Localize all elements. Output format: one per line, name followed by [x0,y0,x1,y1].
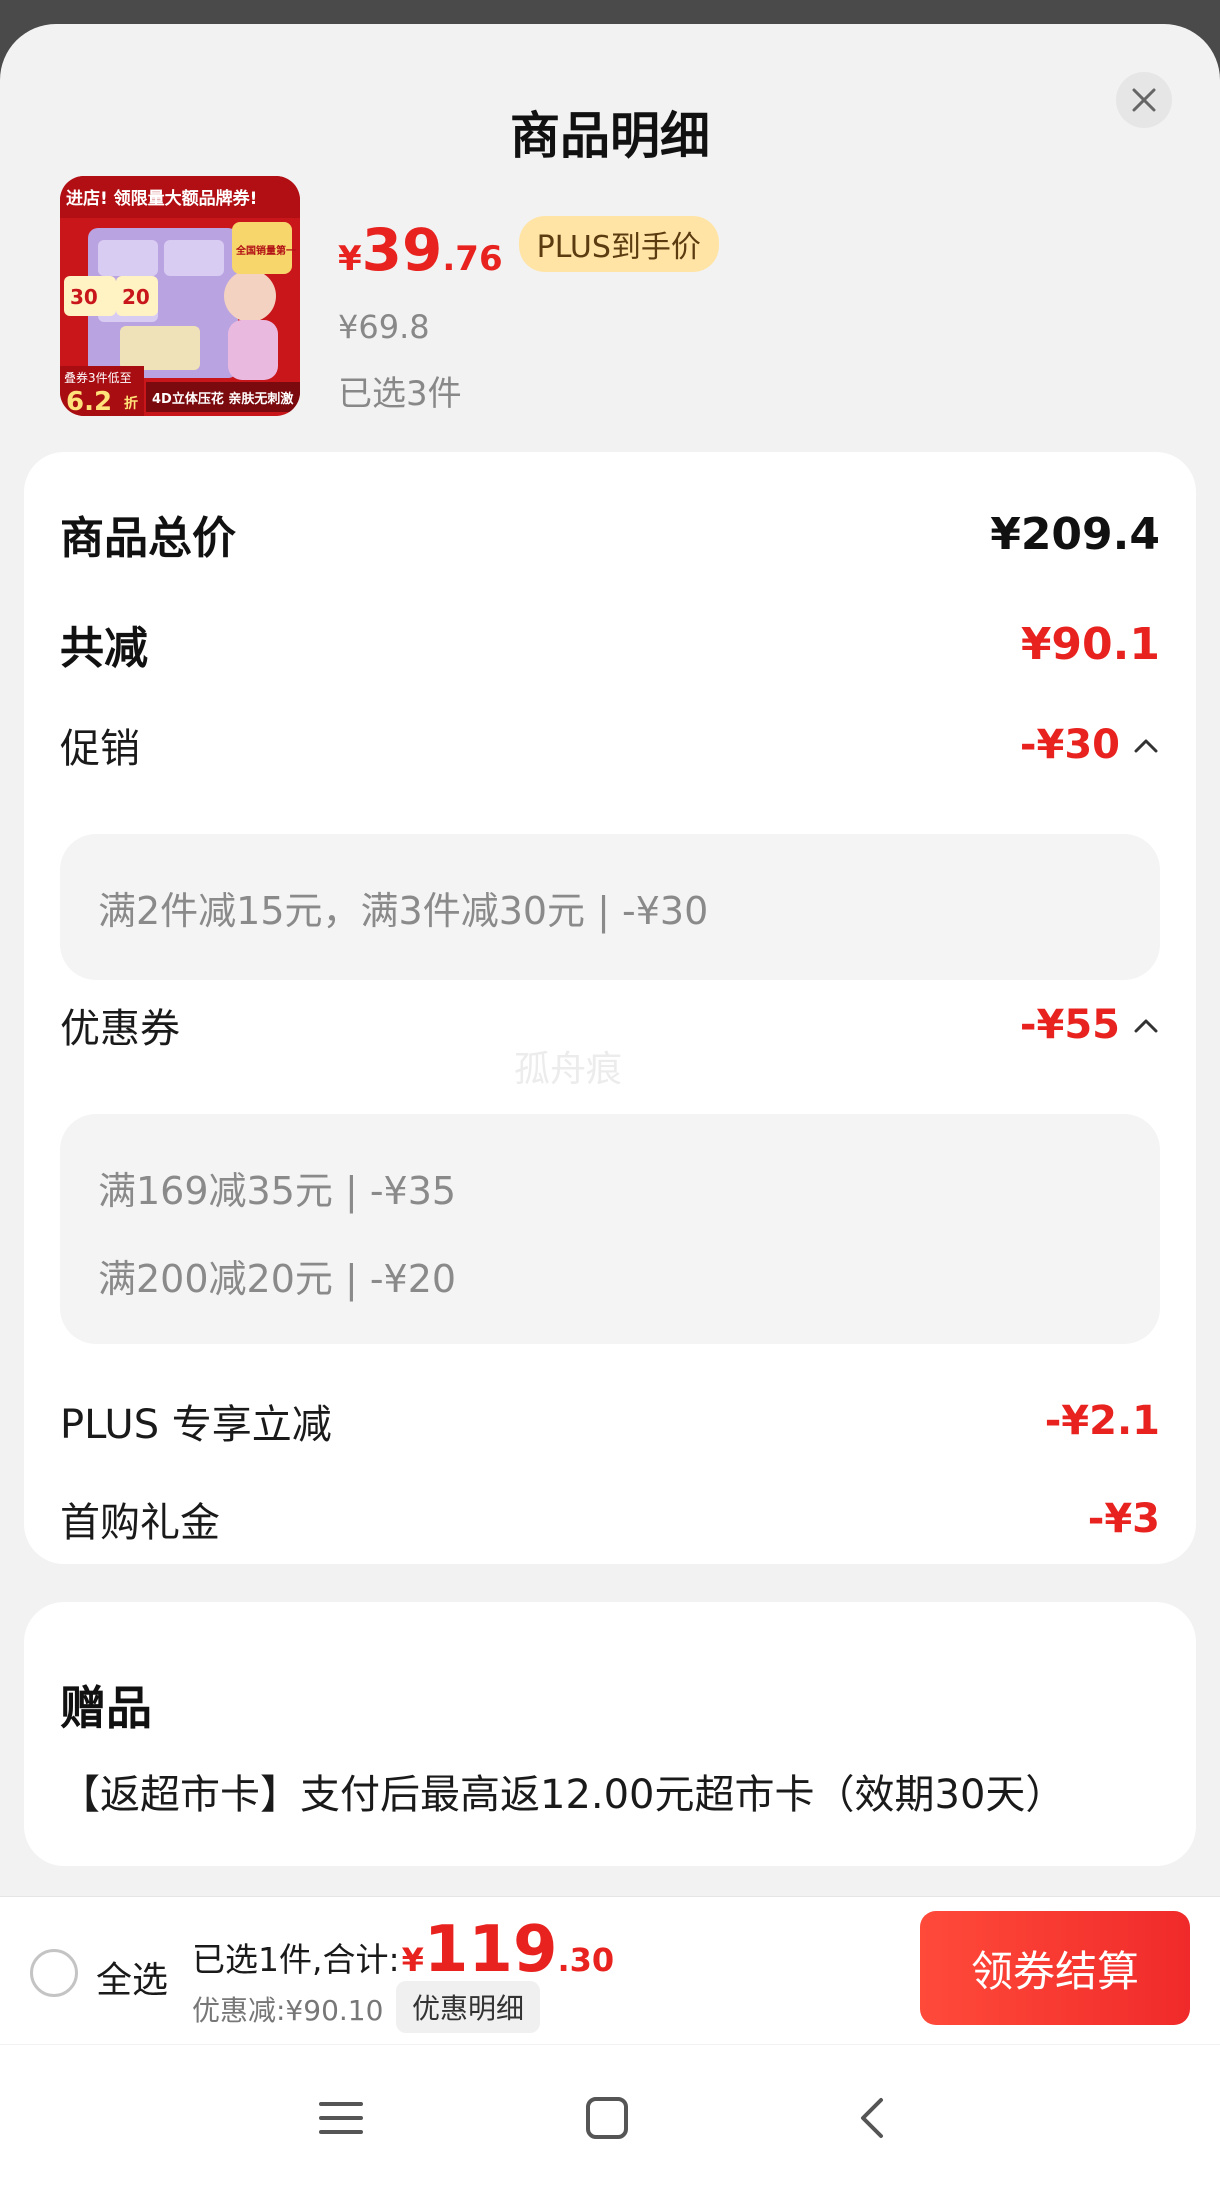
plus-price: ¥ 39 .76 PLUS到手价 [338,216,719,284]
promo-row[interactable]: 促销 -¥30 [60,716,1160,774]
coupon-detail-line: 满169减35元 | -¥35 [98,1169,457,1213]
checkout-bar: 全选 已选1件,合计: ¥ 119 .30 优惠减:¥90.10 优惠明细 领券… [0,1896,1220,2044]
total-sum: 已选1件,合计: ¥ 119 .30 [192,1913,614,1987]
select-all-radio[interactable] [30,1949,78,1997]
back-icon[interactable] [846,2091,900,2145]
sum-decimal: .30 [557,1941,615,1979]
select-all-label[interactable]: 全选 [96,1951,168,2003]
total-reduce-value: ¥90.1 [1020,618,1160,670]
original-price: ¥69.8 [338,308,430,346]
chevron-up-icon[interactable] [1132,735,1160,755]
discount-detail-button[interactable]: 优惠明细 [396,1981,541,2033]
gift-title: 赠品 [60,1681,152,1735]
total-price-row: 商品总价 ¥209.4 [60,502,1160,566]
thumbnail-banner: 进店! 领限量大额品牌券! [66,188,257,209]
thumbnail-side-badge: 全国销量第一 [235,244,296,257]
coupon-value: -¥55 [1019,1002,1120,1048]
total-reduce-label: 共减 [60,623,148,674]
thumbnail-coupon-b: 20 [122,285,150,309]
menu-icon[interactable] [314,2091,368,2145]
thumbnail-coupon-a: 30 [70,285,98,309]
plus-discount-value: -¥2.1 [1044,1398,1160,1444]
promo-detail-line: 满2件减15元，满3件减30元 | -¥30 [98,889,709,933]
first-purchase-row: 首购礼金 -¥3 [60,1490,1160,1548]
plus-price-badge: PLUS到手价 [518,216,719,272]
first-purchase-label: 首购礼金 [60,1500,220,1546]
price-symbol: ¥ [338,239,362,279]
promo-value: -¥30 [1019,722,1120,768]
total-price-value: ¥209.4 [990,508,1160,560]
thumbnail-bottom-label: 叠券3件低至 [64,370,132,385]
sum-label: 已选1件,合计: [192,1940,400,1979]
home-icon[interactable] [580,2091,634,2145]
thumbnail-discount: 6.2 [66,387,112,416]
close-button[interactable] [1116,72,1172,128]
promo-label: 促销 [60,726,140,772]
saved-amount: 优惠减:¥90.10 [192,1994,384,2027]
price-decimal: .76 [442,239,503,279]
product-thumbnail[interactable]: 进店! 领限量大额品牌券! 全国销量第一 30 20 叠券3件低至 6.2 折 … [60,176,300,416]
sheet-title: 商品明细 [510,107,710,165]
first-purchase-value: -¥3 [1087,1496,1160,1542]
system-nav-bar [0,2045,1220,2185]
coupon-detail-line: 满200减20元 | -¥20 [98,1257,457,1301]
price-summary-card: 商品总价 ¥209.4 共减 ¥90.1 促销 -¥30 满2件减15元，满3件… [24,452,1196,1564]
watermark: 孤舟痕 [514,1049,623,1090]
chevron-up-icon[interactable] [1132,1015,1160,1035]
gift-text: 【返超市卡】支付后最高返12.00元超市卡（效期30天） [60,1772,1066,1818]
close-icon [1132,88,1156,112]
checkout-button[interactable]: 领券结算 [920,1911,1190,2025]
gift-card: 赠品 【返超市卡】支付后最高返12.00元超市卡（效期30天） [24,1602,1196,1866]
total-price-label: 商品总价 [60,513,236,564]
plus-discount-row: PLUS 专享立减 -¥2.1 [60,1392,1160,1450]
promo-detail-box: 满2件减15元，满3件减30元 | -¥30 [60,834,1160,980]
product-detail-sheet: 商品明细 进店! 领限量大额品牌券! 全国销量第一 30 20 叠券3件低至 6… [0,24,1220,2185]
thumbnail-discount-unit: 折 [124,395,138,412]
thumbnail-slogan: 4D立体压花 亲肤无刺激 [152,391,294,407]
coupon-detail-box: 满169减35元 | -¥35 满200减20元 | -¥20 [60,1114,1160,1344]
sum-symbol: ¥ [401,1941,424,1979]
coupon-label: 优惠券 [60,1006,180,1052]
price-integer: 39 [361,216,443,284]
sum-integer: 119 [423,1913,558,1987]
total-reduce-row: 共减 ¥90.1 [60,612,1160,676]
plus-discount-label: PLUS 专享立减 [60,1402,332,1448]
selected-count: 已选3件 [338,374,462,414]
